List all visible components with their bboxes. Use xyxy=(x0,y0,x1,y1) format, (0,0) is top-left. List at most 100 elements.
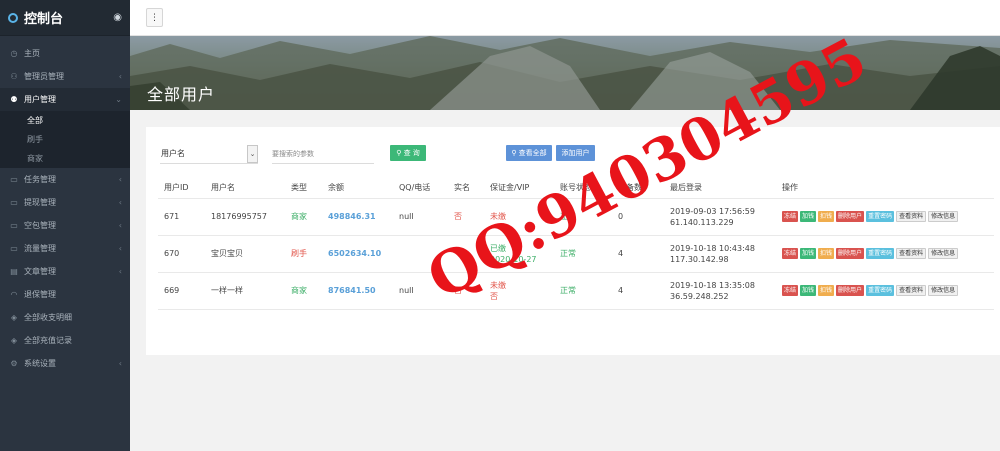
sidebar-item-traffic[interactable]: ▭ 流量管理 ‹ xyxy=(0,237,130,260)
cell-type: 商家 xyxy=(285,198,322,236)
col-header-status[interactable]: 账号状态 xyxy=(554,178,612,199)
edit-info-button[interactable]: 修改信息 xyxy=(928,248,959,259)
cell-realname: 否 xyxy=(448,198,484,236)
login-time: 2019-09-03 17:56:59 xyxy=(670,206,755,216)
cell-status: 正常 xyxy=(554,198,612,236)
users-table: 用户ID 用户名 类型 余额 QQ/电话 实名 保证金/VIP 账号状态 设备数… xyxy=(158,178,994,310)
chevron-left-icon: ‹ xyxy=(118,244,122,253)
deposit-status: 未缴 xyxy=(490,212,506,221)
table-header-row: 用户ID 用户名 类型 余额 QQ/电话 实名 保证金/VIP 账号状态 设备数… xyxy=(158,178,994,199)
sidebar-subitem-brusher[interactable]: 刷手 xyxy=(0,130,130,149)
droplet-icon[interactable]: ◉ xyxy=(113,12,122,23)
page-title: 全部用户 xyxy=(147,85,216,104)
delete-user-button[interactable]: 删除用户 xyxy=(836,211,865,222)
freeze-button[interactable]: 冻结 xyxy=(782,285,799,296)
search-field-select[interactable]: 用户名 ⌄ xyxy=(160,144,258,164)
page-banner: 全部用户 xyxy=(130,36,1000,110)
add-money-button[interactable]: 加钱 xyxy=(800,285,817,296)
users-card: 用户名 ⌄ ⚲ 查 询 ⚲ 查看全部 添加用户 用户ID 用户名 类型 余额 Q… xyxy=(146,127,1000,355)
col-header-balance[interactable]: 余额 xyxy=(322,178,393,199)
cell-actions: 冻结 加钱 扣钱 删除用户 重置密码 查看资料 修改信息 xyxy=(776,235,994,273)
table-row: 670 宝贝宝贝 刷手 6502634.10 已缴 2020-10-27 正常 4… xyxy=(158,235,994,273)
cell-realname xyxy=(448,235,484,273)
cell-type: 刷手 xyxy=(285,235,322,273)
users-icon: ⚉ xyxy=(10,95,18,104)
sidebar: 控制台 ◉ ◷ 主页 ⚇ 管理员管理 ‹ ⚉ 用户管理 ⌄ 全部 刷手 商家 ▭… xyxy=(0,0,130,451)
edit-info-button[interactable]: 修改信息 xyxy=(928,211,959,222)
delete-user-button[interactable]: 删除用户 xyxy=(836,248,865,259)
deduct-money-button[interactable]: 扣钱 xyxy=(818,285,835,296)
chevron-down-icon: ⌄ xyxy=(247,145,258,163)
col-header-deposit[interactable]: 保证金/VIP xyxy=(484,178,554,199)
top-bar: ⋮ xyxy=(130,0,1000,36)
sidebar-item-label: 文章管理 xyxy=(24,267,56,276)
cell-type: 商家 xyxy=(285,272,322,310)
col-header-qq[interactable]: QQ/电话 xyxy=(393,178,448,199)
freeze-button[interactable]: 冻结 xyxy=(782,248,799,259)
menu-toggle-button[interactable]: ⋮ xyxy=(146,8,163,27)
view-profile-button[interactable]: 查看资料 xyxy=(896,285,927,296)
sidebar-item-label: 全部充值记录 xyxy=(24,336,72,345)
layers-icon: ◈ xyxy=(10,336,18,345)
sidebar-item-users[interactable]: ⚉ 用户管理 ⌄ xyxy=(0,88,130,111)
chevron-left-icon: ‹ xyxy=(118,175,122,184)
add-money-button[interactable]: 加钱 xyxy=(800,248,817,259)
sidebar-item-label: 用户管理 xyxy=(24,95,56,104)
cell-balance[interactable]: 876841.50 xyxy=(322,272,393,310)
edit-info-button[interactable]: 修改信息 xyxy=(928,285,959,296)
view-all-button[interactable]: ⚲ 查看全部 xyxy=(506,145,552,161)
col-header-username[interactable]: 用户名 xyxy=(205,178,285,199)
cell-balance[interactable]: 498846.31 xyxy=(322,198,393,236)
sidebar-item-settings[interactable]: ⚙ 系统设置 ‹ xyxy=(0,352,130,375)
sidebar-item-home[interactable]: ◷ 主页 xyxy=(0,42,130,65)
cell-qq: null xyxy=(393,272,448,310)
sidebar-item-withdraw[interactable]: ▭ 提现管理 ‹ xyxy=(0,191,130,214)
cell-devices: 4 xyxy=(612,235,664,273)
reset-password-button[interactable]: 重置密码 xyxy=(866,248,895,259)
brand-bar: 控制台 ◉ xyxy=(0,0,130,36)
view-all-button-label: 查看全部 xyxy=(518,149,547,157)
col-header-last-login[interactable]: 最后登录 xyxy=(664,178,776,199)
col-header-devices[interactable]: 设备数 xyxy=(612,178,664,199)
cell-devices: 4 xyxy=(612,272,664,310)
col-header-id[interactable]: 用户ID xyxy=(158,178,205,199)
sidebar-item-articles[interactable]: ▤ 文章管理 ‹ xyxy=(0,260,130,283)
add-user-button[interactable]: 添加用户 xyxy=(556,145,595,161)
col-header-realname[interactable]: 实名 xyxy=(448,178,484,199)
sidebar-subitem-all[interactable]: 全部 xyxy=(0,111,130,130)
reset-password-button[interactable]: 重置密码 xyxy=(866,285,895,296)
deduct-money-button[interactable]: 扣钱 xyxy=(818,211,835,222)
chevron-left-icon: ‹ xyxy=(118,198,122,207)
search-icon: ⚲ xyxy=(511,149,519,157)
cell-last-login: 2019-10-18 10:43:48 117.30.142.98 xyxy=(664,235,776,273)
traffic-icon: ▭ xyxy=(10,244,18,253)
deposit-detail: 否 xyxy=(490,291,498,301)
sidebar-item-label: 退保管理 xyxy=(24,290,56,299)
sidebar-nav: ◷ 主页 ⚇ 管理员管理 ‹ ⚉ 用户管理 ⌄ 全部 刷手 商家 ▭ 任务管理 … xyxy=(0,36,130,375)
col-header-type[interactable]: 类型 xyxy=(285,178,322,199)
search-input[interactable] xyxy=(272,144,374,164)
cell-realname: 否 xyxy=(448,272,484,310)
sidebar-item-all-transactions[interactable]: ◈ 全部收支明细 xyxy=(0,306,130,329)
add-money-button[interactable]: 加钱 xyxy=(800,211,817,222)
delete-user-button[interactable]: 删除用户 xyxy=(836,285,865,296)
cell-balance[interactable]: 6502634.10 xyxy=(322,235,393,273)
sidebar-item-all-recharges[interactable]: ◈ 全部充值记录 xyxy=(0,329,130,352)
deduct-money-button[interactable]: 扣钱 xyxy=(818,248,835,259)
query-button[interactable]: ⚲ 查 询 xyxy=(390,145,426,161)
login-ip: 117.30.142.98 xyxy=(670,254,729,264)
sidebar-item-label: 管理员管理 xyxy=(24,72,64,81)
login-ip: 36.59.248.252 xyxy=(670,291,729,301)
gear-icon: ⚙ xyxy=(10,359,18,368)
sidebar-item-package[interactable]: ▭ 空包管理 ‹ xyxy=(0,214,130,237)
reset-password-button[interactable]: 重置密码 xyxy=(866,211,895,222)
view-profile-button[interactable]: 查看资料 xyxy=(896,248,927,259)
freeze-button[interactable]: 冻结 xyxy=(782,211,799,222)
sidebar-item-tasks[interactable]: ▭ 任务管理 ‹ xyxy=(0,168,130,191)
task-icon: ▭ xyxy=(10,175,18,184)
sidebar-item-admin[interactable]: ⚇ 管理员管理 ‹ xyxy=(0,65,130,88)
sidebar-item-refund[interactable]: ◠ 退保管理 xyxy=(0,283,130,306)
view-profile-button[interactable]: 查看资料 xyxy=(896,211,927,222)
table-row: 671 18176995757 商家 498846.31 null 否 未缴 正… xyxy=(158,198,994,236)
sidebar-subitem-merchant[interactable]: 商家 xyxy=(0,149,130,168)
